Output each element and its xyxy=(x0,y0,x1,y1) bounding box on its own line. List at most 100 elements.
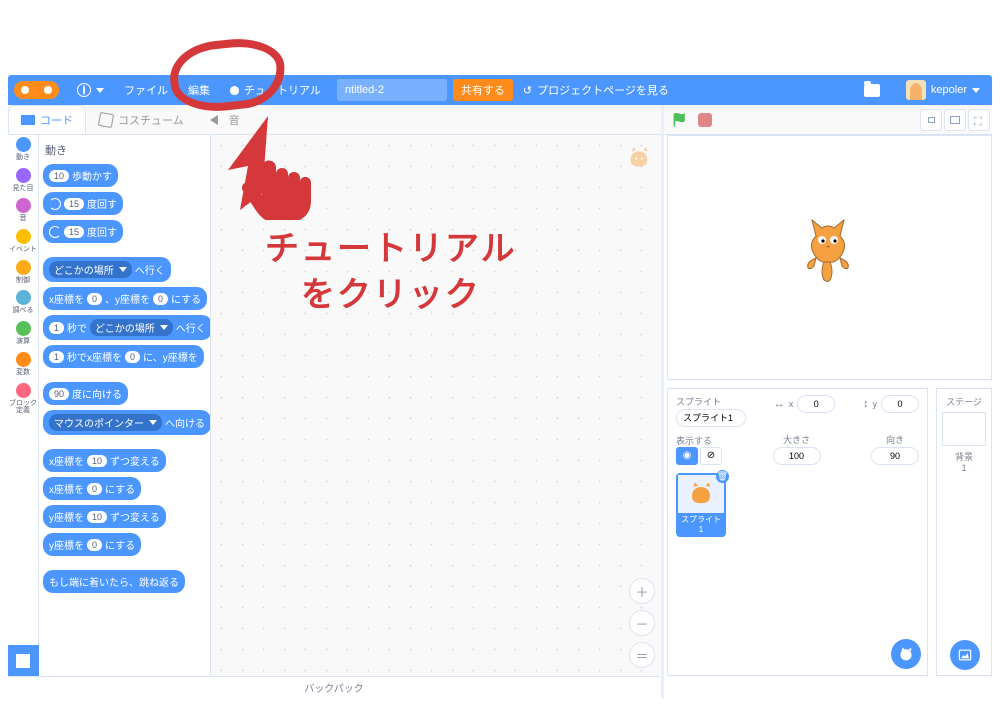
sprite-size-input[interactable] xyxy=(773,447,821,465)
add-extension-button[interactable] xyxy=(8,645,39,676)
block-bounce-edge[interactable]: もし端に着いたら、跳ね返る xyxy=(43,570,185,593)
my-stuff[interactable] xyxy=(854,75,890,105)
scratch-logo[interactable] xyxy=(14,81,59,99)
block-change-x[interactable]: x座標を10ずつ変える xyxy=(43,449,166,472)
delete-sprite-icon[interactable]: 🗑 xyxy=(716,470,729,483)
backdrops-count: 1 xyxy=(941,463,987,473)
category-dot-icon xyxy=(16,260,31,275)
language-menu[interactable] xyxy=(67,75,114,105)
stage-title: ステージ xyxy=(941,395,987,408)
block-set-y[interactable]: y座標を0にする xyxy=(43,533,141,556)
green-flag[interactable] xyxy=(672,112,688,128)
sprite-hide-button[interactable]: ⊘ xyxy=(700,447,722,465)
category-ブロック定義[interactable]: ブロック定義 xyxy=(8,383,38,415)
chevron-down-icon xyxy=(972,88,980,93)
block-move-steps[interactable]: 10 歩動かす xyxy=(43,164,118,187)
sprite-direction-input[interactable] xyxy=(871,447,919,465)
block-goto-xy[interactable]: x座標を0 、y座標を0 にする xyxy=(43,287,207,310)
sound-icon xyxy=(210,113,224,127)
see-project-page[interactable]: ↺ プロジェクトページを見る xyxy=(513,75,679,105)
category-制御[interactable]: 制御 xyxy=(16,260,31,285)
account-menu[interactable]: kepoler xyxy=(890,75,992,105)
sprite-tile[interactable]: 🗑 スプライト1 xyxy=(676,473,726,537)
menu-edit[interactable]: 編集 xyxy=(178,75,220,105)
backpack[interactable]: バックパック xyxy=(8,676,660,698)
project-title-text: ntitled-2 xyxy=(345,84,384,96)
block-point-direction[interactable]: 90 度に向ける xyxy=(43,382,128,405)
category-イベント[interactable]: イベント xyxy=(9,229,37,254)
category-音[interactable]: 音 xyxy=(16,198,31,223)
scratch-cat-sprite[interactable] xyxy=(798,214,858,284)
extension-icon xyxy=(16,654,30,668)
block-set-x[interactable]: x座標を0にする xyxy=(43,477,141,500)
cat-face-icon xyxy=(898,646,914,662)
category-見た目[interactable]: 見た目 xyxy=(13,168,34,193)
sprite-tile-name: スプライト1 xyxy=(678,513,724,535)
add-sprite-button[interactable] xyxy=(891,639,921,669)
category-dot-icon xyxy=(16,321,31,336)
block-point-towards[interactable]: マウスのポインター へ向ける xyxy=(43,410,211,435)
sprite-name-input[interactable] xyxy=(676,409,746,427)
avatar-icon xyxy=(906,80,926,100)
show-label: 表示する xyxy=(676,434,722,447)
tab-sounds[interactable]: 音 xyxy=(197,105,253,134)
direction-label: 向き xyxy=(871,433,919,446)
sprite-show-button[interactable]: ◉ xyxy=(676,447,698,465)
category-演算[interactable]: 演算 xyxy=(16,321,31,346)
tab-costumes[interactable]: コスチューム xyxy=(86,105,197,134)
category-dot-icon xyxy=(16,352,31,367)
block-change-y[interactable]: y座標を10ずつ変える xyxy=(43,505,166,528)
category-dot-icon xyxy=(16,168,31,183)
tab-costumes-label: コスチューム xyxy=(118,112,184,128)
share-button[interactable]: 共有する xyxy=(453,79,513,101)
backdrop-thumb[interactable] xyxy=(942,412,986,446)
stage[interactable] xyxy=(667,135,992,380)
category-dot-icon xyxy=(16,290,31,305)
category-動き[interactable]: 動き xyxy=(16,137,31,162)
project-title-input[interactable]: ntitled-2 xyxy=(337,79,447,101)
palette-category-title: 動き xyxy=(45,142,206,158)
lightbulb-icon xyxy=(230,86,239,95)
panel-separator[interactable] xyxy=(661,105,664,698)
picture-icon xyxy=(957,647,973,663)
stage-controls: ⛶ xyxy=(670,107,992,133)
category-調べる[interactable]: 調べる xyxy=(13,290,34,315)
stage-info-panel: ステージ 背景 1 xyxy=(936,388,992,676)
menu-tutorials[interactable]: チュートリアル xyxy=(220,75,331,105)
stage-size-large[interactable] xyxy=(944,109,966,131)
sprite-label: スプライト xyxy=(676,395,746,408)
block-categories: 動き見た目音イベント制御調べる演算変数ブロック定義 xyxy=(8,135,39,676)
block-glide-to[interactable]: 1秒で どこかの場所 へ行く xyxy=(43,315,211,340)
block-palette: 動き 10 歩動かす 15 度回す 15 度回す どこかの場所 へ行く x座標を… xyxy=(39,135,211,676)
category-変数[interactable]: 変数 xyxy=(16,352,31,377)
tab-code[interactable]: コード xyxy=(8,105,86,134)
stage-fullscreen[interactable]: ⛶ xyxy=(968,109,990,131)
sprite-list: 🗑 スプライト1 xyxy=(676,473,919,537)
block-glide-xy[interactable]: 1秒でx座標を 0に、y座標を xyxy=(43,345,204,368)
sprite-y-input[interactable] xyxy=(881,395,919,413)
rotate-cw-icon xyxy=(49,198,61,210)
add-backdrop-button[interactable] xyxy=(950,640,980,670)
category-dot-icon xyxy=(16,198,31,213)
tab-code-label: コード xyxy=(40,112,73,128)
sprite-x-input[interactable] xyxy=(797,395,835,413)
block-turn-ccw[interactable]: 15 度回す xyxy=(43,220,123,243)
chevron-down-icon xyxy=(96,88,104,93)
menu-tutorials-label: チュートリアル xyxy=(244,82,321,98)
folder-icon xyxy=(864,84,880,97)
see-project-page-label: プロジェクトページを見る xyxy=(537,82,669,98)
username: kepoler xyxy=(931,84,967,96)
stop-button[interactable] xyxy=(698,113,712,127)
stage-size-small[interactable] xyxy=(920,109,942,131)
menubar: ファイル 編集 チュートリアル ntitled-2 共有する ↺ プロジェクトペ… xyxy=(8,75,992,105)
zoom-reset[interactable]: ＝ xyxy=(629,642,655,668)
costume-icon xyxy=(99,113,113,127)
menu-file[interactable]: ファイル xyxy=(114,75,178,105)
block-goto-menu[interactable]: どこかの場所 へ行く xyxy=(43,257,171,282)
size-label: 大きさ xyxy=(773,433,821,446)
block-turn-cw[interactable]: 15 度回す xyxy=(43,192,123,215)
script-area[interactable]: ＋ － ＝ xyxy=(211,135,663,676)
rotate-ccw-icon xyxy=(49,226,61,238)
zoom-out[interactable]: － xyxy=(629,610,655,636)
zoom-in[interactable]: ＋ xyxy=(629,578,655,604)
